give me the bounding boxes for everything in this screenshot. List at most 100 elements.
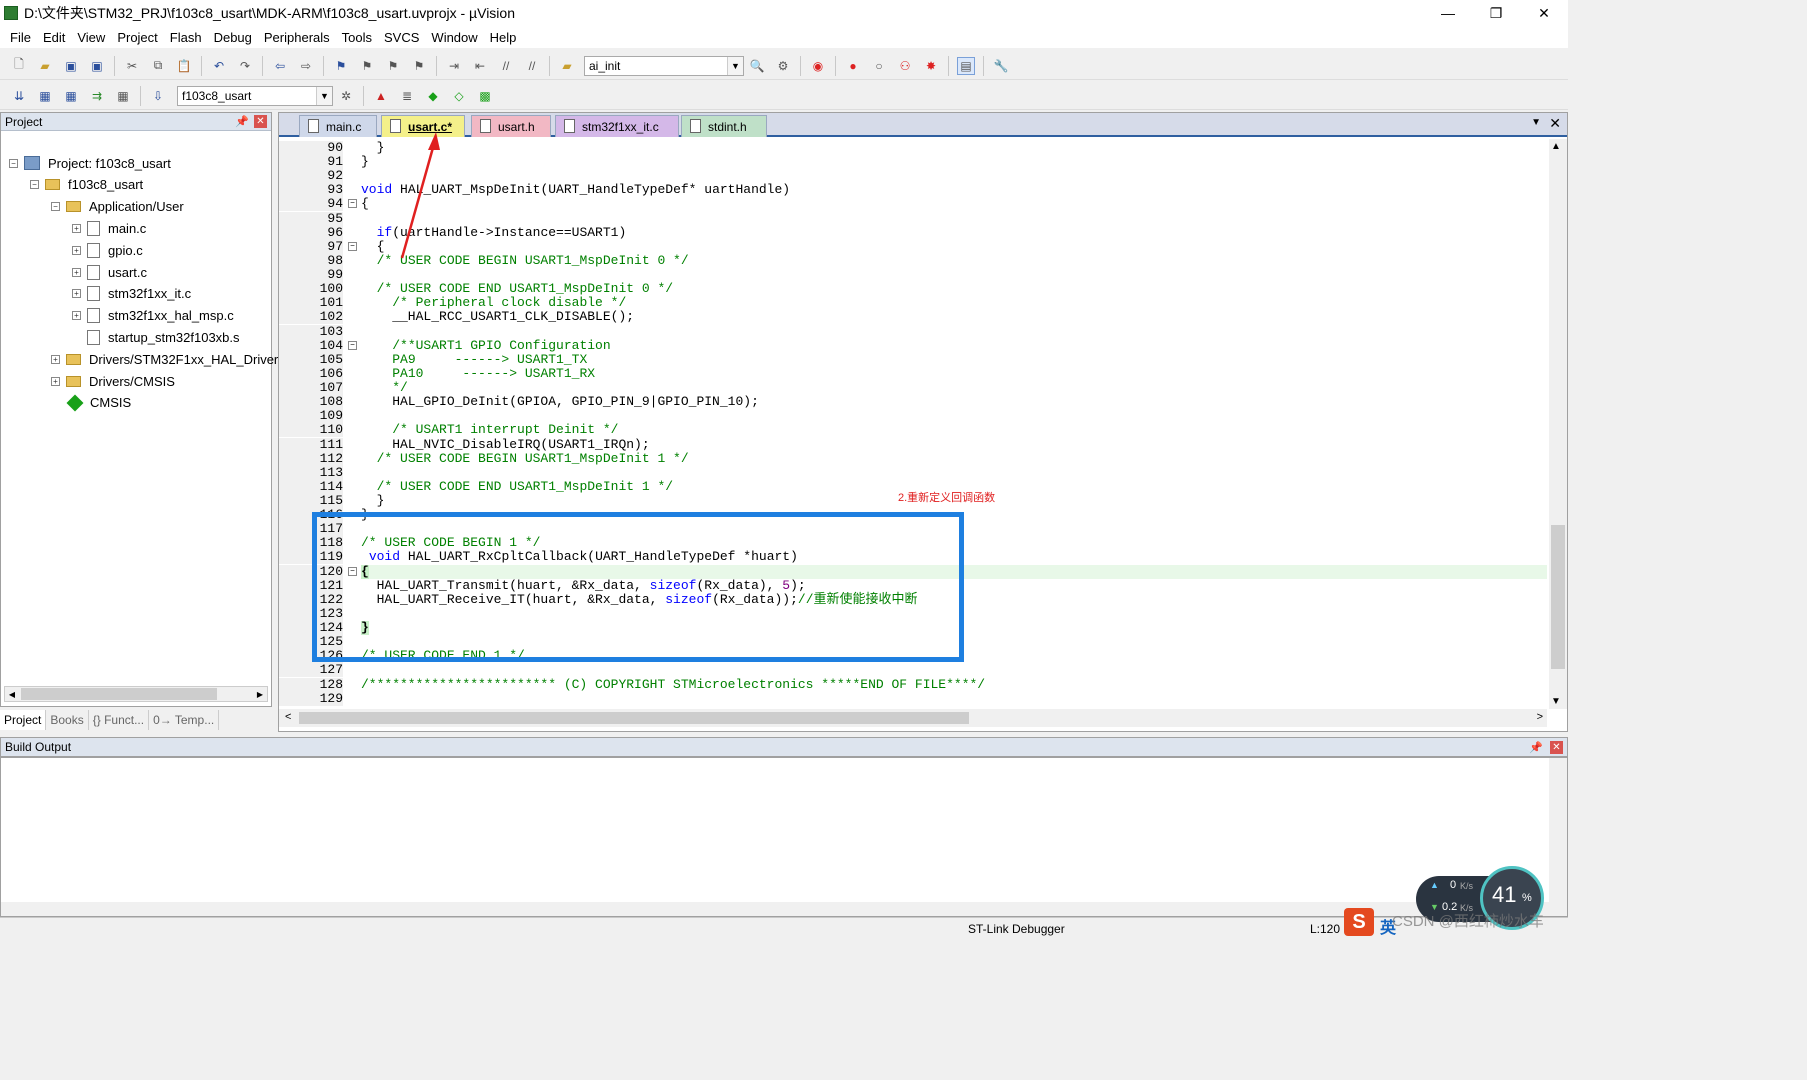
code-line[interactable]: /************************ (C) COPYRIGHT … [361,677,985,692]
tab-list-chevron-icon[interactable]: ▼ [1531,117,1541,128]
bookmark-icon[interactable]: ⚑ [332,57,350,75]
batch-build-icon[interactable]: ⇉ [88,87,106,105]
manage-project-icon[interactable]: ▲ [372,87,390,105]
code-line[interactable]: /* USER CODE BEGIN USART1_MspDeInit 1 */ [361,451,689,466]
nav-back-icon[interactable]: ⇦ [271,57,289,75]
tab-templates[interactable]: 0→ Temp... [149,709,220,730]
tree-item[interactable]: + Drivers/STM32F1xx_HAL_Driver [51,349,278,369]
menu-debug[interactable]: Debug [208,30,258,45]
bookmark-clear-icon[interactable]: ⚑ [410,57,428,75]
tab-main-c[interactable]: main.c [299,115,377,137]
expand-icon[interactable]: + [51,376,60,386]
redo-icon[interactable]: ↷ [236,57,254,75]
code-line[interactable]: /* USART1 interrupt Deinit */ [361,423,618,437]
build-icon[interactable]: ▦ [36,87,54,105]
window-layout-icon[interactable]: ▤ [957,56,975,75]
save-all-icon[interactable]: ▣ [88,57,106,75]
bookmark-prev-icon[interactable]: ⚑ [358,57,376,75]
code-line[interactable]: /**USART1 GPIO Configuration [361,338,610,353]
target-combo[interactable]: f103c8_usart ▼ [177,85,333,106]
find-icon[interactable]: 🔍 [748,57,766,75]
tree-item[interactable]: − Project: f103c8_usart [9,153,171,173]
tree-item[interactable]: + usart.c [72,262,147,282]
target-options-icon[interactable]: ✲ [337,87,355,105]
tab-stdint-h[interactable]: stdint.h [681,115,767,137]
menu-file[interactable]: File [4,30,37,45]
restore-button[interactable]: ❐ [1472,0,1520,26]
expand-icon[interactable]: + [51,354,60,364]
code-line[interactable]: */ [361,381,408,395]
chevron-down-icon[interactable]: ▼ [727,56,743,75]
tab-project[interactable]: Project [0,709,47,730]
rebuild-icon[interactable]: ▦ [62,87,80,105]
minimize-button[interactable]: — [1424,0,1472,26]
manage-rte-icon[interactable]: ▩ [476,87,494,105]
copy-icon[interactable]: ⧉ [149,57,167,75]
code-line[interactable]: __HAL_RCC_USART1_CLK_DISABLE(); [361,310,634,324]
menu-peripherals[interactable]: Peripherals [258,30,336,45]
fold-collapse-icon[interactable]: − [348,340,357,350]
menu-tools[interactable]: Tools [336,30,378,45]
undo-icon[interactable]: ↶ [210,57,228,75]
code-line[interactable]: } [361,494,385,508]
tab-books[interactable]: Books [46,709,89,730]
save-icon[interactable]: ▣ [62,57,80,75]
new-file-icon[interactable]: 🗋 [10,57,28,75]
code-line[interactable]: /* Peripheral clock disable */ [361,296,626,310]
code-line[interactable]: /* USER CODE END USART1_MspDeInit 0 */ [361,282,673,296]
tab-stm32f1xx-it-c[interactable]: stm32f1xx_it.c [555,115,679,137]
collapse-icon[interactable]: − [51,202,60,212]
build-hscrollbar[interactable] [1,902,1551,916]
tab-usart-h[interactable]: usart.h [471,115,551,137]
unindent-icon[interactable]: ⇤ [471,57,489,75]
code-line[interactable]: { [361,197,369,211]
menu-window[interactable]: Window [425,30,483,45]
tree-item[interactable]: + stm32f1xx_hal_msp.c [72,306,234,326]
bookmark-next-icon[interactable]: ⚑ [384,57,402,75]
incremental-find-icon[interactable]: ⚙ [774,57,792,75]
expand-icon[interactable]: + [72,245,81,255]
find-combo[interactable]: ai_init ▼ [584,55,744,76]
menu-view[interactable]: View [71,30,111,45]
code-line[interactable]: /* USER CODE END USART1_MspDeInit 1 */ [361,479,673,494]
expand-icon[interactable]: + [72,267,81,277]
pin-icon[interactable]: 📌 [235,115,249,128]
expand-icon[interactable]: + [72,223,81,233]
comment-icon[interactable]: // [497,57,515,75]
chevron-down-icon[interactable]: ▼ [316,86,332,105]
debug-session-icon[interactable]: ◉ [809,57,827,75]
code-line[interactable]: } [361,141,385,155]
close-tab-icon[interactable]: ✕ [1549,115,1561,132]
tree-item[interactable]: + Drivers/CMSIS [51,371,175,391]
tree-item[interactable]: − Application/User [51,197,184,217]
menu-edit[interactable]: Edit [37,30,71,45]
uncomment-icon[interactable]: // [523,57,541,75]
fold-collapse-icon[interactable]: − [348,199,357,209]
build-output-console[interactable] [0,757,1568,917]
close-button[interactable]: ✕ [1520,0,1568,26]
menu-project[interactable]: Project [111,30,163,45]
collapse-icon[interactable]: − [30,180,39,190]
breakpoint-icon[interactable]: ● [844,57,862,75]
tree-item[interactable]: − f103c8_usart [30,175,143,195]
collapse-icon[interactable]: − [9,158,18,168]
close-icon[interactable]: ✕ [1550,741,1563,754]
expand-icon[interactable]: + [72,289,81,299]
code-line[interactable]: { [361,239,385,254]
menu-help[interactable]: Help [484,30,523,45]
editor-hscrollbar[interactable]: < > [279,709,1547,727]
download-load-icon[interactable]: ⇩ [149,87,167,105]
code-line[interactable]: } [361,155,369,169]
close-icon[interactable]: ✕ [254,115,267,128]
paste-icon[interactable]: 📋 [175,57,193,75]
stop-build-icon[interactable]: ▦ [114,87,132,105]
tree-item[interactable]: + gpio.c [72,240,143,260]
tree-item[interactable]: + stm32f1xx_it.c [72,284,191,304]
code-line[interactable]: PA9 ------> USART1_TX [361,352,587,367]
configure-icon[interactable]: 🔧 [992,57,1010,75]
tab-functions[interactable]: {} Funct... [89,709,150,730]
breakpoint-kill-all-icon[interactable]: ✸ [922,57,940,75]
expand-icon[interactable]: + [72,311,81,321]
editor-vscrollbar[interactable]: ▲ ▼ [1549,139,1567,709]
translate-icon[interactable]: ⇊ [10,87,28,105]
